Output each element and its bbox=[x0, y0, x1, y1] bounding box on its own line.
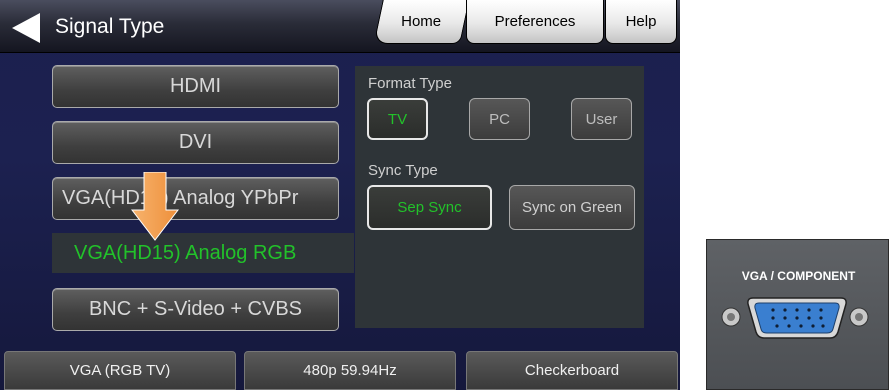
sync-on-green-button[interactable]: Sync on Green bbox=[509, 185, 635, 230]
sep-sync-button[interactable]: Sep Sync bbox=[367, 185, 492, 230]
bnc-svideo-cvbs-button[interactable]: BNC + S-Video + CVBS bbox=[52, 288, 339, 331]
status-signal[interactable]: VGA (RGB TV) bbox=[4, 351, 236, 390]
sync-type-label: Sync Type bbox=[368, 162, 438, 179]
vga-connector-photo: VGA / COMPONENT bbox=[706, 239, 889, 390]
screw-icon bbox=[721, 307, 741, 327]
status-timing[interactable]: 480p 59.94Hz bbox=[244, 351, 456, 390]
back-arrow-icon[interactable] bbox=[10, 11, 42, 45]
hdmi-button[interactable]: HDMI bbox=[52, 65, 339, 108]
tab-help[interactable]: Help bbox=[605, 0, 677, 44]
tab-preferences[interactable]: Preferences bbox=[466, 0, 604, 44]
format-user-button[interactable]: User bbox=[571, 98, 632, 140]
format-pc-button[interactable]: PC bbox=[469, 98, 530, 140]
format-sync-panel: Format Type TV PC User Sync Type Sep Syn… bbox=[355, 66, 644, 328]
vga-ypbpr-button[interactable]: VGA(HD15) Analog YPbPr bbox=[52, 177, 339, 220]
top-bar: Signal Type Home Preferences Help bbox=[0, 0, 680, 53]
dvi-button[interactable]: DVI bbox=[52, 121, 339, 164]
vga-rgb-button[interactable]: VGA(HD15) Analog RGB bbox=[52, 233, 354, 273]
vga-port-icon bbox=[721, 297, 869, 339]
down-arrow-icon bbox=[130, 172, 180, 241]
status-pattern[interactable]: Checkerboard bbox=[466, 351, 678, 390]
tab-home-label: Home bbox=[401, 13, 442, 30]
format-type-label: Format Type bbox=[368, 75, 452, 92]
signal-type-screen: Signal Type Home Preferences Help HDMI D… bbox=[0, 0, 680, 390]
connector-label: VGA / COMPONENT bbox=[741, 269, 856, 283]
screw-icon bbox=[849, 307, 869, 327]
page-title: Signal Type bbox=[55, 15, 165, 38]
format-tv-button[interactable]: TV bbox=[367, 98, 428, 140]
tab-home[interactable]: Home bbox=[373, 0, 470, 44]
